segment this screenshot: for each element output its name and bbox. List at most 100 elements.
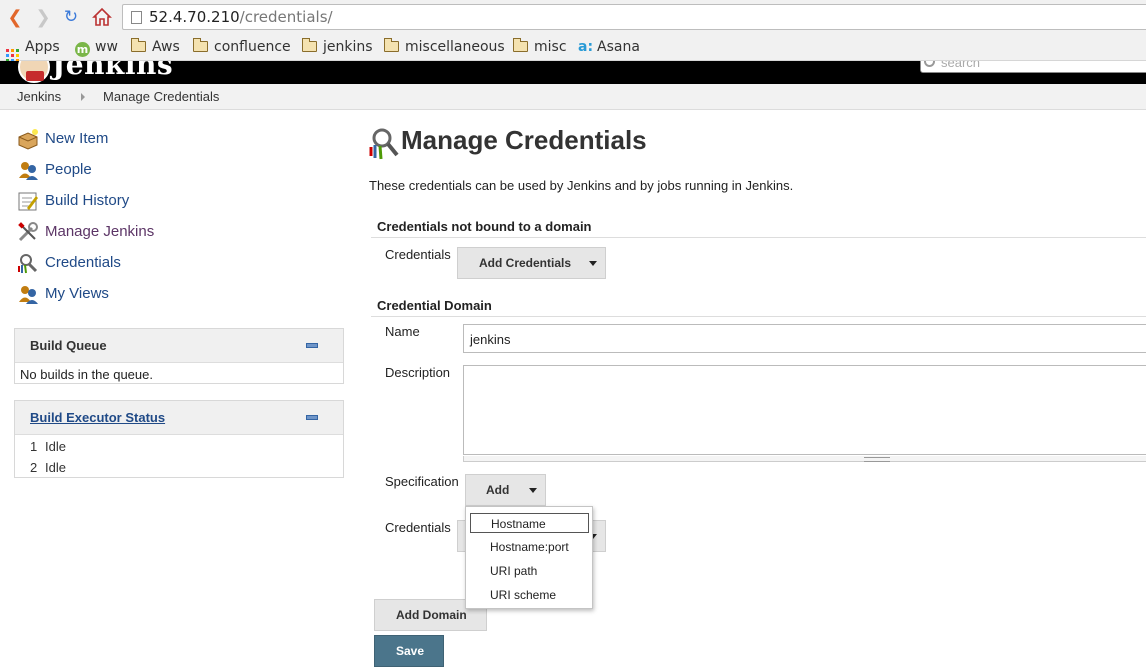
save-button-label: Save [396,644,425,658]
page-description: These credentials can be used by Jenkins… [369,178,794,193]
add-domain-label: Add Domain [396,608,467,622]
bookmark-asana[interactable]: a: Asana [578,37,640,57]
executor-number: 2 [30,460,38,475]
menu-item-hostname[interactable]: Hostname [470,513,589,533]
bookmark-label: Aws [152,39,180,55]
url-text[interactable]: 52.4.70.210/credentials/ [149,8,333,26]
domain-section-heading: Credential Domain [377,298,492,313]
build-queue-title: Build Queue [30,338,107,353]
textarea-resize-handle[interactable] [463,456,1146,462]
folder-icon [512,38,528,52]
bookmark-aws[interactable]: Aws [130,37,180,57]
chevron-down-icon [589,261,597,266]
menu-item-label: Hostname [491,517,546,531]
build-queue-header: Build Queue [15,329,343,363]
bookmark-label: Apps [25,39,60,55]
menu-item-uri-scheme[interactable]: URI scheme [470,585,589,605]
bookmark-label: jenkins [323,39,373,55]
collapse-icon[interactable] [306,343,318,348]
bookmark-misc[interactable]: misc [512,37,567,57]
task-label: Credentials [45,254,121,271]
bookmarks-bar: Apps m ww Aws confluence jenkins miscella… [0,34,1146,62]
manage-jenkins-icon [18,222,38,242]
section-divider [371,316,1146,317]
name-field-value: jenkins [470,332,511,347]
bookmark-label: ww [95,39,118,55]
search-placeholder: search [941,61,981,70]
executor-status-title[interactable]: Build Executor Status [30,410,165,425]
credentials-icon [18,254,38,274]
my-views-icon [19,286,38,304]
search-icon [924,61,935,67]
breadcrumb-manage-credentials[interactable]: Manage Credentials [103,89,219,104]
domain-credentials-label: Credentials [385,520,451,535]
bookmark-confluence[interactable]: confluence [192,37,291,57]
executor-row: 2 Idle [15,457,343,478]
bookmark-jenkins[interactable]: jenkins [301,37,373,57]
executor-status-pane: Build Executor Status 1 Idle 2 Idle [14,400,344,478]
new-item-icon [18,129,38,150]
executor-row: 1 Idle [15,436,343,457]
section-divider [371,237,1146,238]
menu-item-uri-path[interactable]: URI path [470,561,589,581]
add-credentials-label: Add Credentials [479,256,572,270]
home-icon[interactable] [92,7,112,27]
bookmark-label: Asana [597,39,640,55]
address-bar[interactable]: 52.4.70.210/credentials/ [122,4,1146,30]
build-history-icon [18,192,38,211]
description-label: Description [385,365,451,380]
task-label: Manage Jenkins [45,223,155,240]
page-icon [131,11,142,24]
breadcrumb: Jenkins Manage Credentials [0,84,1146,110]
task-label: People [45,161,92,178]
unbound-section-heading: Credentials not bound to a domain [377,219,592,234]
name-label: Name [385,324,420,339]
asana-icon: a: [578,39,594,55]
jenkins-logo-text[interactable]: Jenkins [52,61,173,81]
menu-item-label: URI path [490,564,538,578]
add-credentials-button[interactable]: Add Credentials [457,247,606,279]
collapse-icon[interactable] [306,415,318,420]
people-icon [19,162,38,180]
menu-item-label: Hostname:port [490,540,569,554]
jenkins-header: Jenkins search [0,61,1146,84]
m-icon: m [75,42,90,57]
specification-label: Specification [385,474,459,489]
build-queue-pane: Build Queue No builds in the queue. [14,328,344,384]
back-icon[interactable]: ❮ [5,7,25,27]
unbound-credentials-label: Credentials [385,247,451,262]
reload-icon[interactable]: ↻ [61,7,81,27]
specification-menu: Hostname Hostname:port URI path URI sche… [465,506,593,609]
folder-icon [192,38,208,52]
url-path: /credentials/ [239,8,333,26]
page-title: Manage Credentials [401,125,647,155]
task-label: My Views [45,285,109,302]
bookmark-miscellaneous[interactable]: miscellaneous [383,37,505,57]
bookmark-apps[interactable]: Apps [6,37,60,62]
breadcrumb-jenkins[interactable]: Jenkins [17,89,61,104]
executor-number: 1 [30,439,38,454]
bookmark-ww[interactable]: m ww [75,37,118,57]
save-button[interactable]: Save [374,635,444,667]
executor-state: Idle [45,460,66,475]
breadcrumb-arrow-icon[interactable] [81,93,85,101]
url-host: 52.4.70.210 [149,8,240,26]
build-queue-empty-text: No builds in the queue. [20,367,153,382]
executor-status-header: Build Executor Status [15,401,343,435]
task-label: New Item [45,130,109,147]
bookmark-label: misc [534,39,567,55]
menu-item-label: URI scheme [490,588,557,602]
folder-icon [301,38,317,52]
bookmark-label: miscellaneous [405,39,505,55]
jenkins-butler-logo[interactable] [18,61,50,83]
forward-icon[interactable]: ❯ [33,7,53,27]
executor-state: Idle [45,439,66,454]
description-field[interactable] [463,365,1146,455]
add-specification-button[interactable]: Add [465,474,546,506]
browser-toolbar: ❮ ❯ ↻ 52.4.70.210/credentials/ [0,0,1146,34]
search-input[interactable]: search [920,61,1146,73]
add-specification-label: Add [486,483,510,497]
menu-item-hostname-port[interactable]: Hostname:port [470,537,589,557]
bookmark-label: confluence [214,39,291,55]
name-field[interactable]: jenkins [463,324,1146,353]
